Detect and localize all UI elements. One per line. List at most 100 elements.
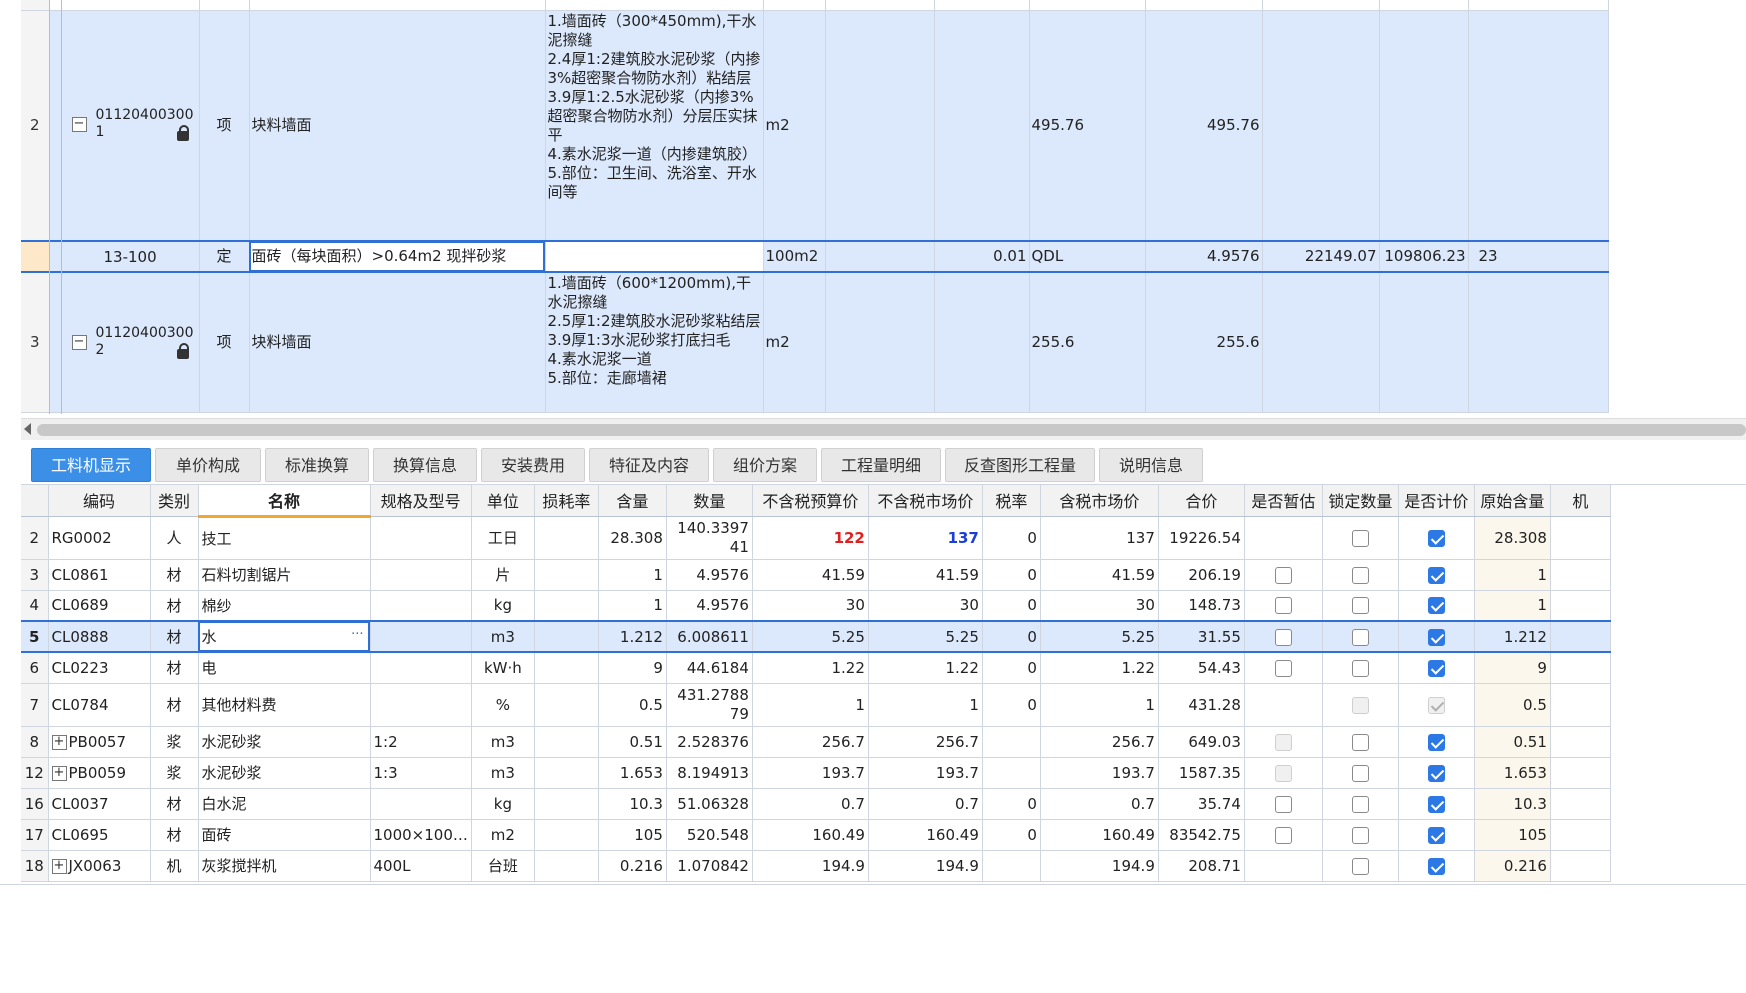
- col-code[interactable]: 编码: [48, 485, 151, 517]
- resource-name-cell[interactable]: 水 ···: [198, 620, 371, 653]
- resource-content[interactable]: 28.308: [598, 516, 667, 560]
- resource-row[interactable]: 3 CL0861 材石料切割锯片片 1 4.9576 41.59 41.59 0 41.59 20…: [21, 559, 1611, 591]
- resource-row[interactable]: 18 + JX0063 机灰浆搅拌机 400L 台班 0.216 1.070842 194.9 1…: [21, 850, 1611, 882]
- item-name[interactable]: 块料墙面: [249, 10, 546, 242]
- resource-row[interactable]: 17 CL0695 材面砖 1000×100… m2 105 520.548 160.49 16…: [21, 819, 1611, 851]
- quota-code-cell[interactable]: 13-100: [49, 240, 200, 273]
- resource-code-cell[interactable]: CL0037: [48, 788, 151, 820]
- resource-market-price[interactable]: 137: [868, 516, 983, 560]
- quantity-expression[interactable]: 255.6: [1029, 272, 1146, 413]
- resource-name-cell[interactable]: 水泥砂浆: [198, 757, 371, 789]
- resource-content[interactable]: 105: [598, 819, 667, 851]
- resource-quantity[interactable]: 2.528376: [666, 726, 753, 758]
- resource-quantity[interactable]: 6.008611: [666, 620, 753, 653]
- resource-tax-rate[interactable]: 0: [982, 620, 1041, 653]
- resource-code-cell[interactable]: CL0784: [48, 683, 151, 727]
- resource-quantity[interactable]: 140.339741: [666, 516, 753, 560]
- item-name[interactable]: 块料墙面: [249, 272, 546, 413]
- table-row-selected[interactable]: 13-100 定 面砖（每块面积）>0.64m2 现拌砂浆 100m2 0.01…: [21, 240, 1609, 273]
- tab-quantity-details[interactable]: 工程量明细: [821, 448, 941, 482]
- more-options-icon[interactable]: ···: [351, 627, 363, 642]
- col-budget-price[interactable]: 不含税预算价: [752, 485, 869, 517]
- resource-name-cell[interactable]: 棉纱: [198, 590, 371, 622]
- tab-conversion-info[interactable]: 换算信息: [373, 448, 477, 482]
- table-row[interactable]: 2 − 01120400300 1 项 块料墙面 1.墙面砖（300*450mm)…: [21, 10, 1609, 242]
- resource-market-price[interactable]: 1: [868, 683, 983, 727]
- resource-market-price[interactable]: 41.59: [868, 559, 983, 591]
- resource-loss-rate[interactable]: [534, 652, 599, 684]
- resource-spec[interactable]: [370, 620, 472, 653]
- resource-loss-rate[interactable]: [534, 819, 599, 851]
- resource-quantity[interactable]: 4.9576: [666, 559, 753, 591]
- resource-tax-rate[interactable]: 0: [982, 788, 1041, 820]
- tab-pricing-scheme[interactable]: 组价方案: [713, 448, 817, 482]
- resource-tax-rate[interactable]: 0: [982, 590, 1041, 622]
- resource-market-price[interactable]: 194.9: [868, 850, 983, 882]
- resource-code-cell[interactable]: + PB0057: [48, 726, 151, 758]
- resource-name-cell[interactable]: 面砖: [198, 819, 371, 851]
- estimate-checkbox[interactable]: [1274, 566, 1292, 584]
- expand-icon[interactable]: +: [51, 765, 67, 781]
- expand-icon[interactable]: +: [51, 734, 67, 750]
- col-total[interactable]: 合价: [1158, 485, 1245, 517]
- resource-name-cell[interactable]: 电: [198, 652, 371, 684]
- estimate-checkbox[interactable]: [1274, 826, 1292, 844]
- lock-quantity-checkbox[interactable]: [1351, 764, 1369, 782]
- resource-loss-rate[interactable]: [534, 590, 599, 622]
- item-features[interactable]: 1.墙面砖（600*1200mm),干水泥擦缝 2.5厚1:2建筑胶水泥砂浆粘结层…: [545, 272, 764, 413]
- resource-spec[interactable]: [370, 516, 472, 560]
- col-tax-market-price[interactable]: 含税市场价: [1040, 485, 1159, 517]
- resource-name-cell[interactable]: 其他材料费: [198, 683, 371, 727]
- lock-quantity-checkbox[interactable]: [1351, 733, 1369, 751]
- resource-loss-rate[interactable]: [534, 850, 599, 882]
- resource-loss-rate[interactable]: [534, 757, 599, 789]
- collapse-icon[interactable]: −: [71, 116, 87, 132]
- resource-name-cell[interactable]: 石料切割锯片: [198, 559, 371, 591]
- col-original-content[interactable]: 原始含量: [1474, 485, 1551, 517]
- col-is-priced[interactable]: 是否计价: [1398, 485, 1475, 517]
- quota-name[interactable]: 面砖（每块面积）>0.64m2 现拌砂浆: [249, 240, 546, 273]
- resource-spec[interactable]: 1:3: [370, 757, 472, 789]
- resource-name-cell[interactable]: 水泥砂浆: [198, 726, 371, 758]
- priced-checkbox[interactable]: [1427, 566, 1445, 584]
- resource-tax-rate[interactable]: [982, 850, 1041, 882]
- priced-checkbox[interactable]: [1427, 764, 1445, 782]
- lock-quantity-checkbox[interactable]: [1351, 628, 1369, 646]
- resource-content[interactable]: 9: [598, 652, 667, 684]
- scrollbar-thumb[interactable]: [37, 424, 1746, 436]
- resource-quantity[interactable]: 431.278879: [666, 683, 753, 727]
- resource-name-cell[interactable]: 白水泥: [198, 788, 371, 820]
- resource-row[interactable]: 12 + PB0059 浆水泥砂浆 1:3 m3 1.653 8.194913 193.7 193…: [21, 757, 1611, 789]
- resource-code-cell[interactable]: CL0223: [48, 652, 151, 684]
- col-lock-qty[interactable]: 锁定数量: [1322, 485, 1399, 517]
- lock-quantity-checkbox[interactable]: [1351, 597, 1369, 615]
- resource-loss-rate[interactable]: [534, 620, 599, 653]
- collapse-icon[interactable]: −: [71, 335, 87, 350]
- resource-loss-rate[interactable]: [534, 788, 599, 820]
- tab-standard-conversion[interactable]: 标准换算: [265, 448, 369, 482]
- resource-loss-rate[interactable]: [534, 516, 599, 560]
- tab-installation-fee[interactable]: 安装费用: [481, 448, 585, 482]
- resource-spec[interactable]: [370, 590, 472, 622]
- resource-market-price[interactable]: 256.7: [868, 726, 983, 758]
- resource-market-price[interactable]: 1.22: [868, 652, 983, 684]
- expand-icon[interactable]: +: [51, 858, 67, 874]
- resource-market-price[interactable]: 0.7: [868, 788, 983, 820]
- resource-content[interactable]: 0.51: [598, 726, 667, 758]
- item-features[interactable]: 1.墙面砖（300*450mm),干水泥擦缝 2.4厚1:2建筑胶水泥砂浆（内掺3…: [545, 10, 764, 242]
- resource-tax-rate[interactable]: [982, 757, 1041, 789]
- quantity-expression[interactable]: 495.76: [1029, 10, 1146, 242]
- resource-quantity[interactable]: 4.9576: [666, 590, 753, 622]
- estimate-checkbox[interactable]: [1274, 597, 1292, 615]
- col-loss-rate[interactable]: 损耗率: [534, 485, 599, 517]
- priced-checkbox[interactable]: [1427, 795, 1445, 813]
- resource-row[interactable]: 4 CL0689 材棉纱 kg 1 4.9576 30 30 0 30 148.73 1: [21, 590, 1611, 622]
- resource-content[interactable]: 1.653: [598, 757, 667, 789]
- col-spec[interactable]: 规格及型号: [370, 485, 472, 517]
- resource-code-cell[interactable]: CL0695: [48, 819, 151, 851]
- col-tax-rate[interactable]: 税率: [982, 485, 1041, 517]
- resource-tax-rate[interactable]: 0: [982, 683, 1041, 727]
- resource-spec[interactable]: [370, 788, 472, 820]
- priced-checkbox[interactable]: [1427, 659, 1445, 677]
- quantity-expression[interactable]: QDL: [1029, 240, 1146, 273]
